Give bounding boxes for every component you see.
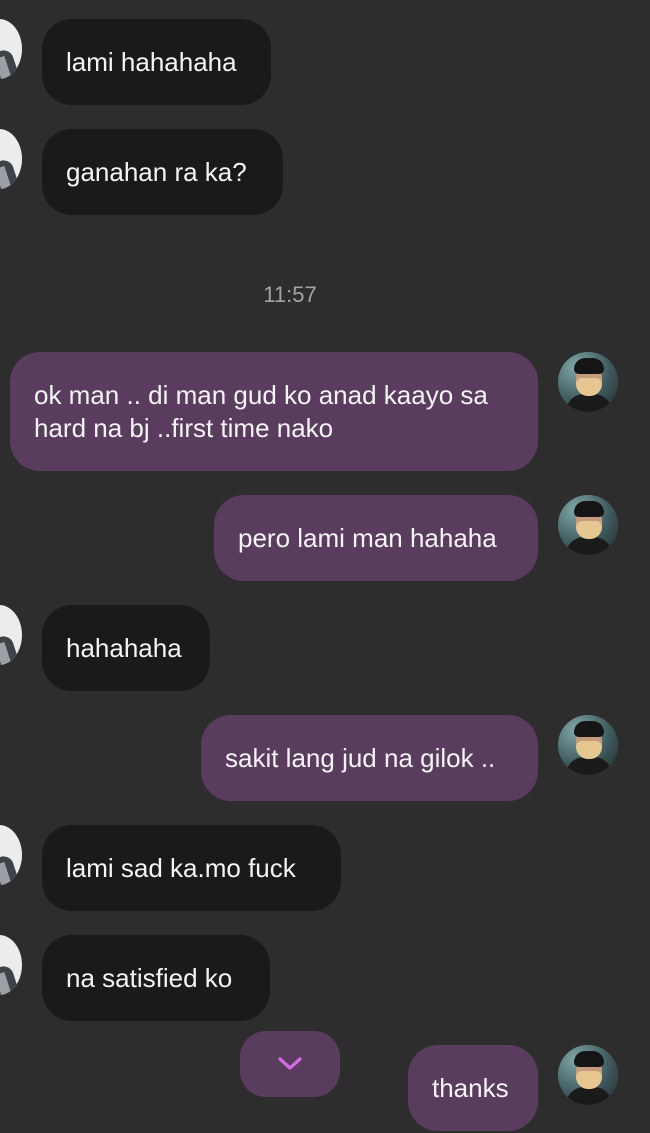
message-text: thanks: [432, 1072, 509, 1103]
message-bubble-outgoing[interactable]: pero lami man hahaha: [214, 495, 538, 581]
message-text: sakit lang jud na gilok ..: [225, 742, 496, 773]
message-text: ganahan ra ka?: [66, 156, 247, 187]
contact-avatar[interactable]: [0, 129, 22, 189]
user-avatar[interactable]: [558, 495, 618, 555]
message-text: ok man .. di man gud ko anad kaayo sa ha…: [34, 379, 488, 443]
message-text: hahahaha: [66, 632, 182, 663]
contact-avatar[interactable]: [0, 825, 22, 885]
contact-avatar[interactable]: [0, 935, 22, 995]
message-bubble-incoming[interactable]: lami hahahaha: [42, 19, 271, 105]
message-timestamp: 11:57: [263, 282, 317, 307]
message-bubble-incoming[interactable]: lami sad ka.mo fuck: [42, 825, 341, 911]
message-bubble-outgoing[interactable]: ok man .. di man gud ko anad kaayo sa ha…: [10, 352, 538, 471]
chevron-down-icon: [278, 1057, 302, 1070]
user-avatar[interactable]: [558, 715, 618, 775]
message-text: pero lami man hahaha: [238, 522, 497, 553]
contact-avatar[interactable]: [0, 19, 22, 79]
user-avatar[interactable]: [558, 1045, 618, 1105]
scroll-to-bottom-button[interactable]: [240, 1031, 340, 1097]
message-bubble-incoming[interactable]: na satisfied ko: [42, 935, 270, 1021]
message-text: na satisfied ko: [66, 962, 233, 993]
user-avatar[interactable]: [558, 352, 618, 412]
message-text: lami hahahaha: [66, 46, 237, 77]
message-text: lami sad ka.mo fuck: [66, 852, 296, 883]
message-bubble-outgoing[interactable]: thanks: [408, 1045, 538, 1131]
contact-avatar[interactable]: [0, 605, 22, 665]
message-bubble-incoming[interactable]: hahahaha: [42, 605, 210, 691]
message-bubble-outgoing[interactable]: sakit lang jud na gilok ..: [201, 715, 538, 801]
message-bubble-incoming[interactable]: ganahan ra ka?: [42, 129, 283, 215]
